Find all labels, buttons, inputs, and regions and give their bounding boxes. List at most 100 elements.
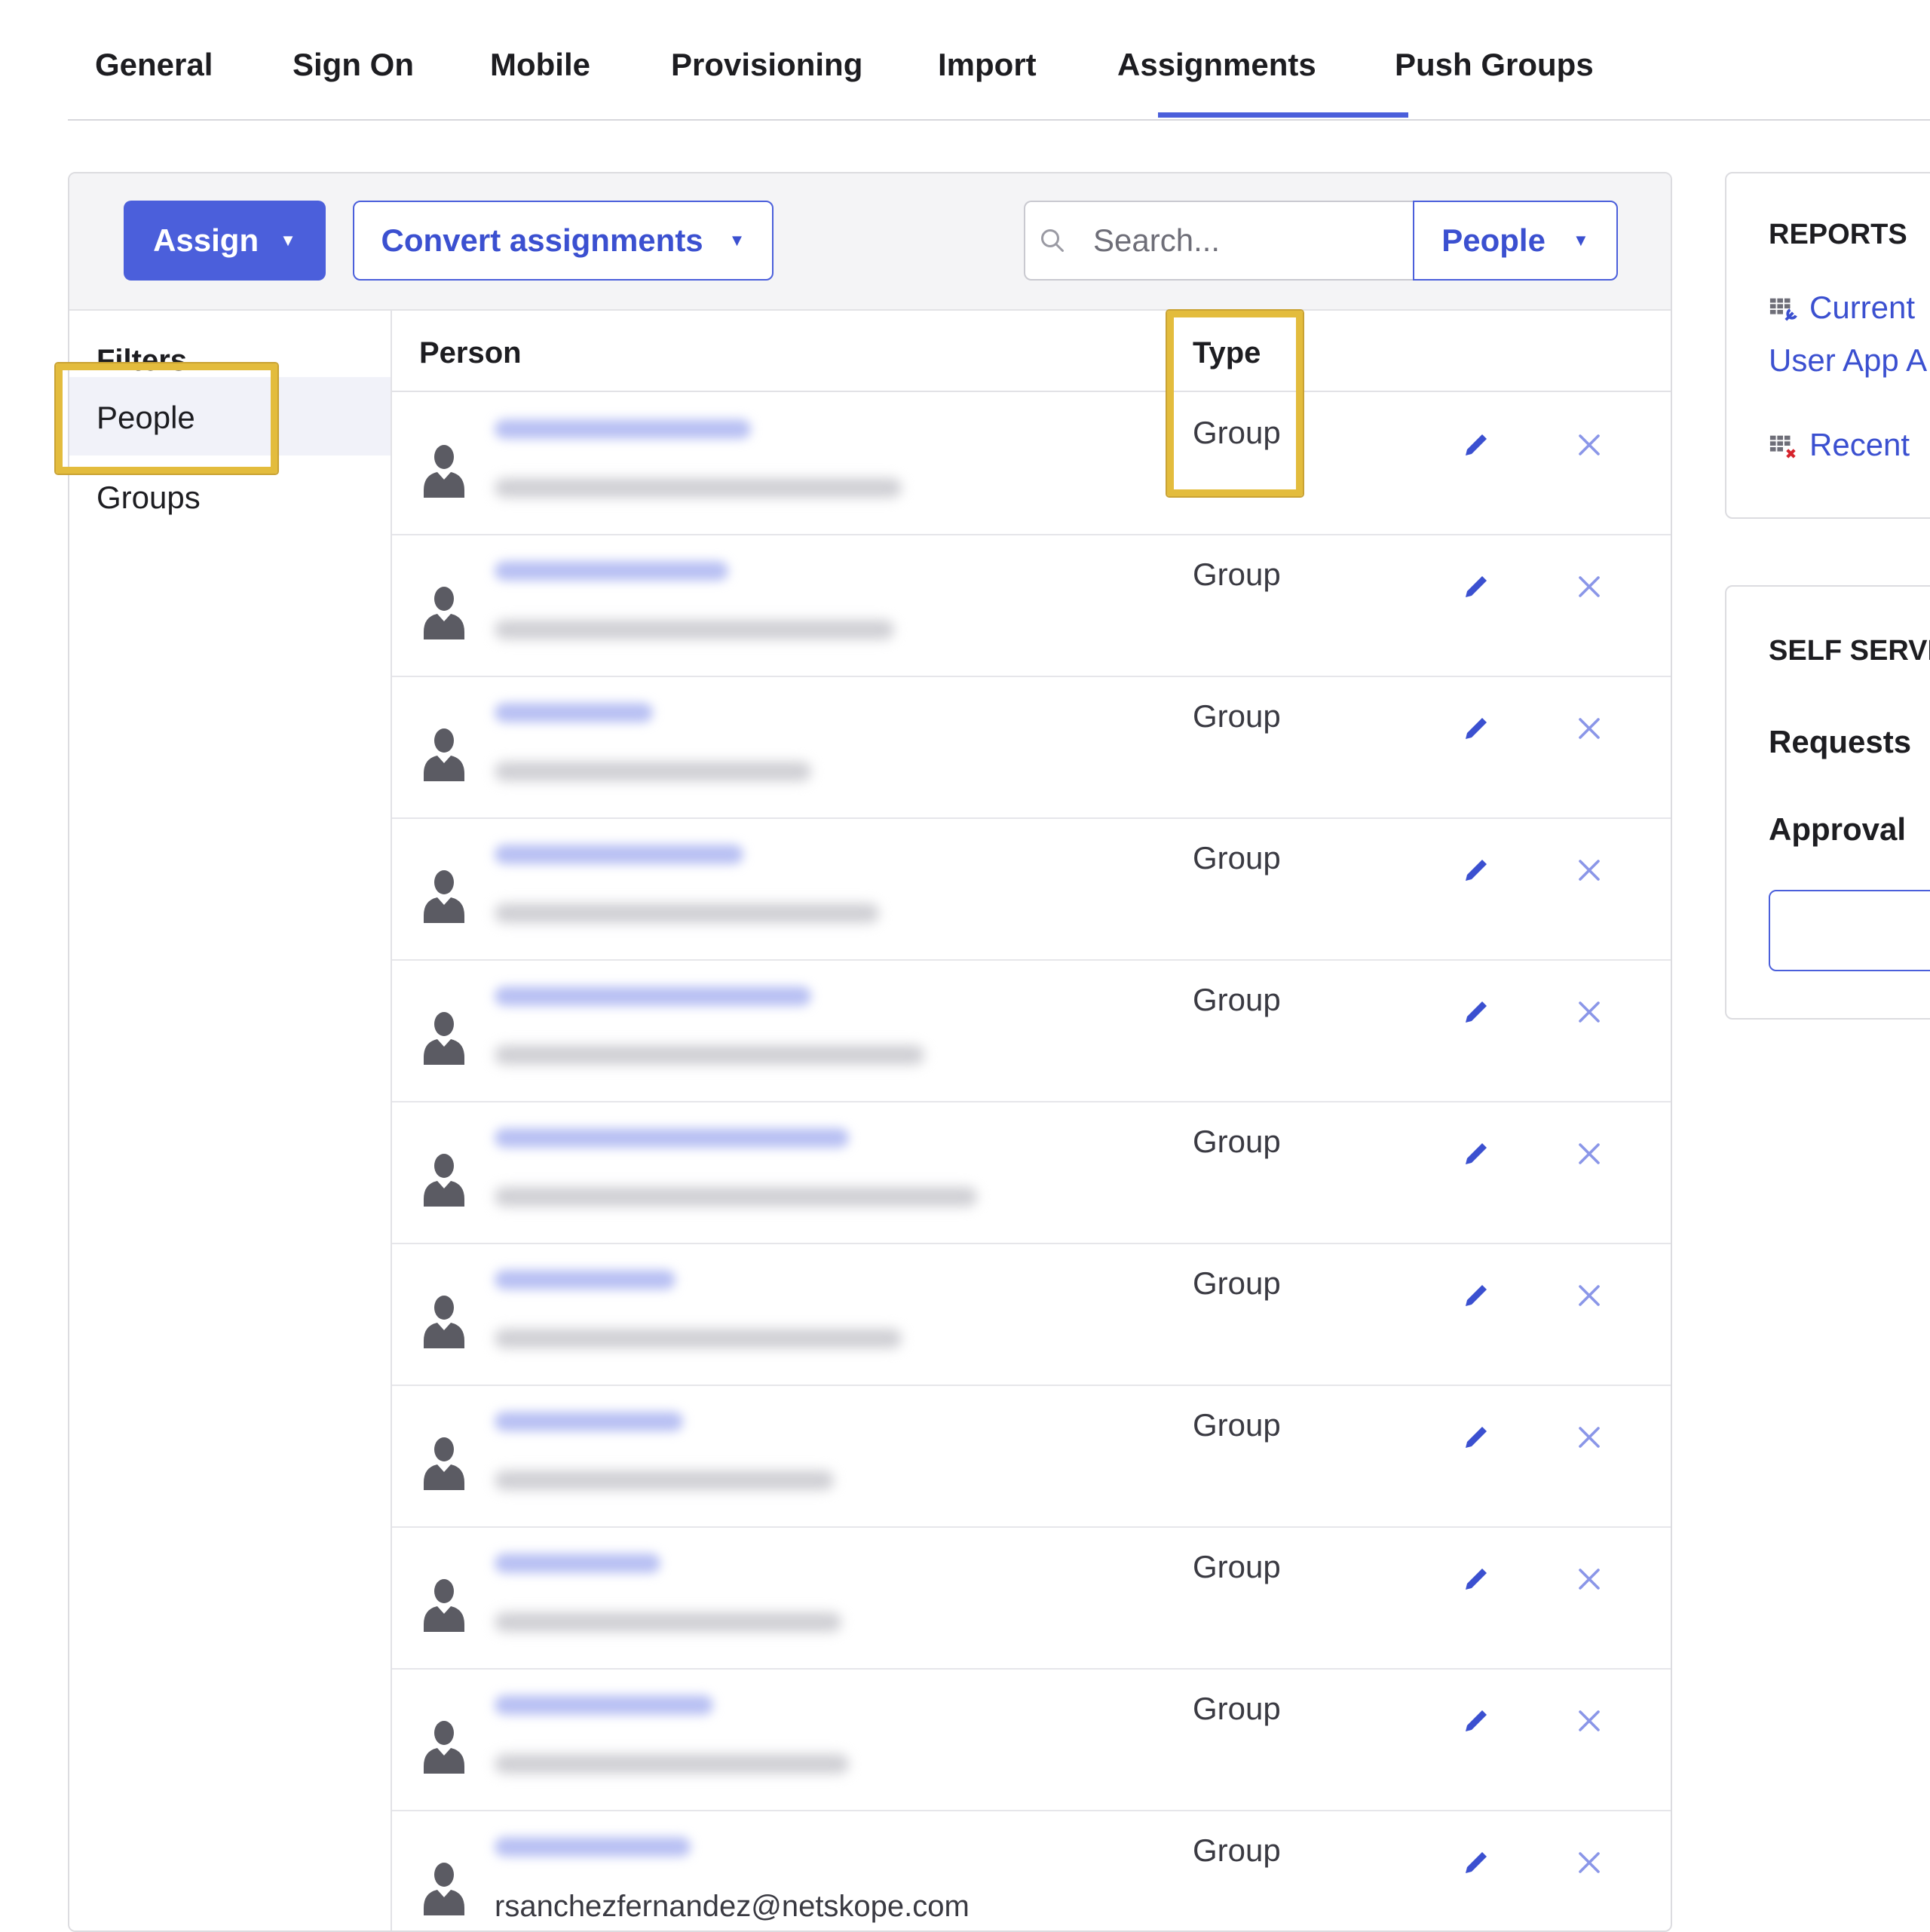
search-box [1024, 201, 1414, 281]
person-name-redacted[interactable] [495, 1412, 683, 1431]
table-row: rsanchezfernandez@netskope.com Group [392, 1810, 1671, 1930]
report-recent-label: Recent [1809, 427, 1910, 462]
assignment-type: Group [1193, 1407, 1281, 1443]
close-icon[interactable] [1577, 1283, 1601, 1308]
person-email-redacted [495, 1470, 834, 1490]
assignment-type: Group [1193, 1124, 1281, 1159]
column-header-type: Type [1193, 336, 1261, 370]
search-input[interactable] [1092, 216, 1396, 265]
self-service-button[interactable] [1769, 890, 1930, 971]
reports-title: REPORTS [1769, 219, 1907, 250]
assignment-type: Group [1193, 1691, 1281, 1726]
close-icon[interactable] [1577, 433, 1601, 457]
person-silhouette-icon [424, 1296, 464, 1348]
person-email-redacted [495, 478, 902, 498]
column-header-person: Person [419, 336, 522, 370]
person-name-redacted[interactable] [495, 1695, 713, 1715]
person-name-redacted[interactable] [495, 419, 751, 439]
assignment-type: Group [1193, 840, 1281, 876]
table-row: Group [392, 392, 1671, 535]
assignment-type: Group [1193, 698, 1281, 734]
person-name-redacted[interactable] [495, 1837, 691, 1857]
pencil-icon[interactable] [1461, 713, 1491, 744]
person-name-redacted[interactable] [495, 845, 743, 864]
assign-button-label: Assign [153, 222, 259, 258]
person-silhouette-icon [424, 870, 464, 923]
person-silhouette-icon [424, 1721, 464, 1774]
pencil-icon[interactable] [1461, 1422, 1491, 1452]
requests-label: Requests [1769, 724, 1912, 759]
filter-people-label: People [96, 400, 195, 435]
close-icon[interactable] [1577, 716, 1601, 741]
person-silhouette-icon [424, 1579, 464, 1632]
close-icon[interactable] [1577, 575, 1601, 599]
close-icon[interactable] [1577, 858, 1601, 882]
pencil-icon[interactable] [1461, 997, 1491, 1027]
person-email-redacted [495, 1187, 977, 1207]
person-name-redacted[interactable] [495, 986, 811, 1006]
person-name-redacted[interactable] [495, 1270, 676, 1290]
convert-assignments-button[interactable]: Convert assignments ▼ [353, 201, 774, 281]
person-name-redacted[interactable] [495, 1128, 849, 1148]
person-name-redacted[interactable] [495, 1553, 660, 1573]
tab-push-groups[interactable]: Push Groups [1395, 47, 1594, 83]
table-row: Group [392, 1385, 1671, 1528]
caret-down-icon: ▼ [280, 231, 296, 250]
tab-general[interactable]: General [95, 47, 213, 83]
table-wrench-icon [1769, 298, 1797, 321]
report-user-app-link[interactable]: User App A [1769, 342, 1927, 379]
people-dropdown-label: People [1441, 222, 1546, 258]
tab-import[interactable]: Import [938, 47, 1037, 83]
table-header: Person Type [392, 311, 1671, 392]
filter-people[interactable]: People [69, 377, 391, 455]
caret-down-icon: ▼ [728, 231, 746, 250]
person-email-redacted [495, 762, 811, 781]
close-icon[interactable] [1577, 1709, 1601, 1733]
assign-button[interactable]: Assign ▼ [124, 201, 326, 281]
tab-assignments[interactable]: Assignments [1117, 47, 1316, 83]
person-silhouette-icon [424, 1437, 464, 1490]
assignment-type: Group [1193, 1265, 1281, 1301]
report-current-label: Current [1809, 290, 1916, 325]
self-service-card: SELF SERVI Requests Approval [1725, 585, 1930, 1020]
pencil-icon[interactable] [1461, 1139, 1491, 1169]
pencil-icon[interactable] [1461, 1706, 1491, 1736]
close-icon[interactable] [1577, 1425, 1601, 1449]
tab-mobile[interactable]: Mobile [490, 47, 590, 83]
person-silhouette-icon [424, 587, 464, 639]
person-email-redacted [495, 1612, 841, 1632]
close-icon[interactable] [1577, 1851, 1601, 1875]
assignment-type: Group [1193, 1832, 1281, 1868]
pencil-icon[interactable] [1461, 430, 1491, 460]
person-email-redacted [495, 1754, 849, 1774]
close-icon[interactable] [1577, 1142, 1601, 1166]
tab-sign-on[interactable]: Sign On [293, 47, 414, 83]
assignment-type: Group [1193, 415, 1281, 450]
pencil-icon[interactable] [1461, 572, 1491, 602]
filters-title: Filters [96, 344, 188, 377]
people-filter-dropdown[interactable]: People ▼ [1413, 201, 1618, 281]
close-icon[interactable] [1577, 1567, 1601, 1591]
pencil-icon[interactable] [1461, 855, 1491, 885]
person-silhouette-icon [424, 445, 464, 498]
toolbar: Assign ▼ Convert assignments ▼ People ▼ [69, 173, 1671, 311]
person-name-redacted[interactable] [495, 703, 653, 722]
assignment-type: Group [1193, 557, 1281, 592]
report-recent-link[interactable]: Recent [1769, 427, 1910, 463]
close-icon[interactable] [1577, 1000, 1601, 1024]
person-silhouette-icon [424, 1154, 464, 1207]
person-email-redacted [495, 903, 879, 923]
tab-provisioning[interactable]: Provisioning [671, 47, 862, 83]
pencil-icon[interactable] [1461, 1280, 1491, 1311]
person-email-redacted [495, 1045, 924, 1065]
filter-groups[interactable]: Groups [69, 457, 391, 535]
pencil-icon[interactable] [1461, 1848, 1491, 1878]
table-x-icon [1769, 435, 1796, 458]
report-current-link[interactable]: Current [1769, 290, 1915, 326]
self-service-title: SELF SERVI [1769, 635, 1930, 667]
pencil-icon[interactable] [1461, 1564, 1491, 1594]
caret-down-icon: ▼ [1572, 231, 1589, 250]
table-row: Group [392, 534, 1671, 677]
person-email-redacted [495, 1329, 902, 1348]
person-name-redacted[interactable] [495, 561, 728, 581]
